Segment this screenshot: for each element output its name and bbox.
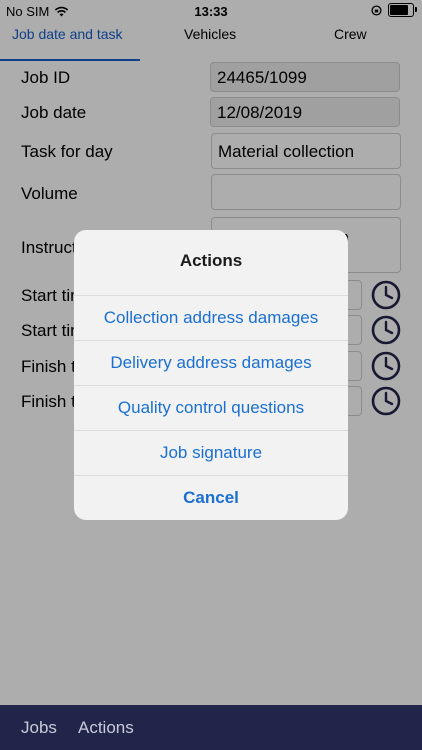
- quality-control-questions-button[interactable]: Quality control questions: [74, 385, 348, 430]
- job-signature-button[interactable]: Job signature: [74, 430, 348, 475]
- bottom-toolbar: Jobs Actions: [0, 705, 422, 750]
- actions-button[interactable]: Actions: [78, 718, 134, 738]
- delivery-address-damages-button[interactable]: Delivery address damages: [74, 340, 348, 385]
- jobs-button[interactable]: Jobs: [21, 718, 57, 738]
- actions-sheet: Actions Collection address damages Deliv…: [74, 230, 348, 520]
- collection-address-damages-button[interactable]: Collection address damages: [74, 295, 348, 340]
- cancel-button[interactable]: Cancel: [74, 475, 348, 520]
- actions-sheet-title: Actions: [179, 251, 243, 270]
